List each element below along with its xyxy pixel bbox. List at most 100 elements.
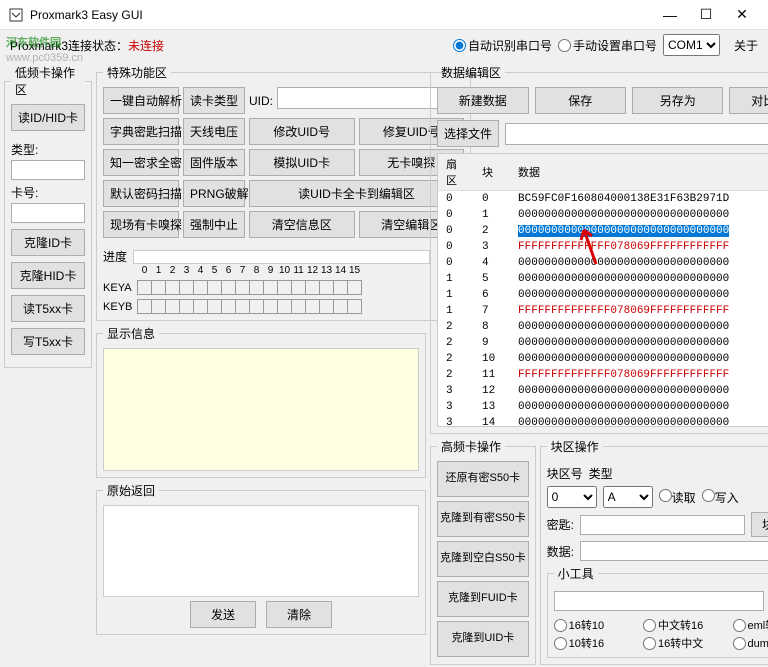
- block-action-button[interactable]: 块区操作: [751, 512, 768, 537]
- table-row[interactable]: 211FFFFFFFFFFFFFF078069FFFFFFFFFFFF: [438, 367, 768, 383]
- dict-scan-button[interactable]: 字典密匙扫描: [103, 118, 179, 145]
- table-row[interactable]: 31200000000000000000000000000000000: [438, 383, 768, 399]
- table-row[interactable]: 0200000000000000000000000000000000: [438, 223, 768, 239]
- restore-s50-button[interactable]: 还原有密S50卡: [437, 461, 529, 497]
- tool-radio-2[interactable]: eml转dump: [733, 617, 768, 633]
- th-block[interactable]: 块: [474, 154, 510, 191]
- blockdata-label: 数据:: [547, 543, 574, 560]
- prng-button[interactable]: PRNG破解: [183, 180, 245, 207]
- read-radio[interactable]: 读取: [659, 489, 696, 506]
- about-link[interactable]: 关于: [734, 37, 758, 54]
- progress-bar: [133, 250, 430, 264]
- cardno-label: 卡号:: [11, 184, 85, 201]
- firmware-button[interactable]: 固件版本: [183, 149, 245, 176]
- clone-hid-button[interactable]: 克隆HID卡: [11, 262, 85, 289]
- read-t5-button[interactable]: 读T5xx卡: [11, 295, 85, 322]
- keya-label: KEYA: [103, 282, 137, 294]
- table-row[interactable]: 2800000000000000000000000000000000: [438, 319, 768, 335]
- display-legend: 显示信息: [103, 325, 159, 342]
- clear-raw-button[interactable]: 清除: [266, 601, 332, 628]
- th-sector[interactable]: 扇区: [438, 154, 474, 191]
- maximize-button[interactable]: ☐: [688, 2, 724, 28]
- dataedit-legend: 数据编辑区: [437, 64, 505, 81]
- default-pwd-button[interactable]: 默认密码扫描: [103, 180, 179, 207]
- raw-legend: 原始返回: [103, 482, 159, 499]
- sf-legend: 特殊功能区: [103, 64, 171, 81]
- file-path-input[interactable]: [505, 123, 768, 145]
- raw-textarea[interactable]: [103, 505, 419, 597]
- connection-status: Proxmark3连接状态：未连接: [10, 37, 164, 54]
- clear-info-button[interactable]: 清空信息区: [249, 211, 355, 238]
- th-data[interactable]: 数据: [510, 154, 768, 191]
- keya-boxes[interactable]: [137, 280, 361, 295]
- data-table[interactable]: 扇区 块 数据 00BC59FC0F160804000138E31F63B297…: [438, 154, 768, 427]
- close-button[interactable]: ✕: [724, 2, 760, 28]
- tool-radio-4[interactable]: 16转中文: [643, 635, 724, 651]
- clone-uid-button[interactable]: 克隆到UID卡: [437, 621, 529, 657]
- auto-port-radio[interactable]: 自动识别串口号: [453, 37, 552, 54]
- clone-s50-button[interactable]: 克隆到有密S50卡: [437, 501, 529, 537]
- card-type-button[interactable]: 读卡类型: [183, 87, 245, 114]
- lf-legend: 低频卡操作区: [11, 64, 85, 98]
- antenna-button[interactable]: 天线电压: [183, 118, 245, 145]
- table-row[interactable]: 03FFFFFFFFFFFFFF078069FFFFFFFFFFFF: [438, 239, 768, 255]
- minimize-button[interactable]: —: [652, 2, 688, 28]
- clone-id-button[interactable]: 克隆ID卡: [11, 229, 85, 256]
- save-data-button[interactable]: 保存: [535, 87, 626, 114]
- tool-radio-0[interactable]: 16转10: [554, 617, 635, 633]
- read-id-button[interactable]: 读ID/HID卡: [11, 104, 85, 131]
- table-row[interactable]: 21000000000000000000000000000000000: [438, 351, 768, 367]
- hf-legend: 高频卡操作: [437, 438, 505, 455]
- choose-file-button[interactable]: 选择文件: [437, 120, 499, 147]
- tool-radio-3[interactable]: 10转16: [554, 635, 635, 651]
- table-row[interactable]: 00BC59FC0F160804000138E31F63B2971D: [438, 191, 768, 208]
- manual-port-radio[interactable]: 手动设置串口号: [558, 37, 657, 54]
- table-row[interactable]: 31300000000000000000000000000000000: [438, 399, 768, 415]
- uid-label: UID:: [249, 94, 273, 108]
- change-uid-button[interactable]: 修改UID号: [249, 118, 355, 145]
- know-one-button[interactable]: 知一密求全密: [103, 149, 179, 176]
- table-row[interactable]: 2900000000000000000000000000000000: [438, 335, 768, 351]
- tool-radio-5[interactable]: dump转eml: [733, 635, 768, 651]
- table-row[interactable]: 17FFFFFFFFFFFFFF078069FFFFFFFFFFFF: [438, 303, 768, 319]
- window-title: Proxmark3 Easy GUI: [30, 8, 652, 22]
- progress-label: 进度: [103, 248, 127, 265]
- bit-numbers: 0123456789101112131415: [103, 265, 430, 276]
- type-label: 类型:: [11, 141, 85, 158]
- saveas-data-button[interactable]: 另存为: [632, 87, 723, 114]
- key-label: 密匙:: [547, 516, 574, 533]
- sim-uid-button[interactable]: 模拟UID卡: [249, 149, 355, 176]
- write-t5-button[interactable]: 写T5xx卡: [11, 328, 85, 355]
- table-row[interactable]: 1500000000000000000000000000000000: [438, 271, 768, 287]
- tools-input[interactable]: [554, 591, 764, 611]
- clone-fuid-button[interactable]: 克隆到FUID卡: [437, 581, 529, 617]
- key-input[interactable]: [580, 515, 745, 535]
- blocktype-select[interactable]: A: [603, 486, 653, 508]
- sniff-card-button[interactable]: 现场有卡嗅探: [103, 211, 179, 238]
- auto-parse-button[interactable]: 一键自动解析: [103, 87, 179, 114]
- abort-button[interactable]: 强制中止: [183, 211, 245, 238]
- table-row[interactable]: 0100000000000000000000000000000000: [438, 207, 768, 223]
- display-textarea[interactable]: [103, 348, 419, 471]
- app-icon: [8, 7, 24, 23]
- blockops-legend: 块区操作: [547, 438, 603, 455]
- new-data-button[interactable]: 新建数据: [437, 87, 528, 114]
- keyb-boxes[interactable]: [137, 299, 361, 314]
- write-radio[interactable]: 写入: [702, 489, 739, 506]
- clone-blank-s50-button[interactable]: 克隆到空白S50卡: [437, 541, 529, 577]
- type-input[interactable]: [11, 160, 85, 180]
- table-row[interactable]: 1600000000000000000000000000000000: [438, 287, 768, 303]
- send-button[interactable]: 发送: [190, 601, 256, 628]
- blockno-label: 块区号: [547, 465, 583, 482]
- cardno-input[interactable]: [11, 203, 85, 223]
- tools-legend: 小工具: [554, 565, 598, 582]
- table-row[interactable]: 0400000000000000000000000000000000: [438, 255, 768, 271]
- blocktype-label: 类型: [589, 465, 613, 482]
- compare-data-button[interactable]: 对比数据: [729, 87, 768, 114]
- table-row[interactable]: 31400000000000000000000000000000000: [438, 415, 768, 427]
- port-select[interactable]: COM1: [663, 34, 720, 56]
- block-data-input[interactable]: [580, 541, 768, 561]
- blockno-select[interactable]: 0: [547, 486, 597, 508]
- keyb-label: KEYB: [103, 301, 137, 313]
- tool-radio-1[interactable]: 中文转16: [643, 617, 724, 633]
